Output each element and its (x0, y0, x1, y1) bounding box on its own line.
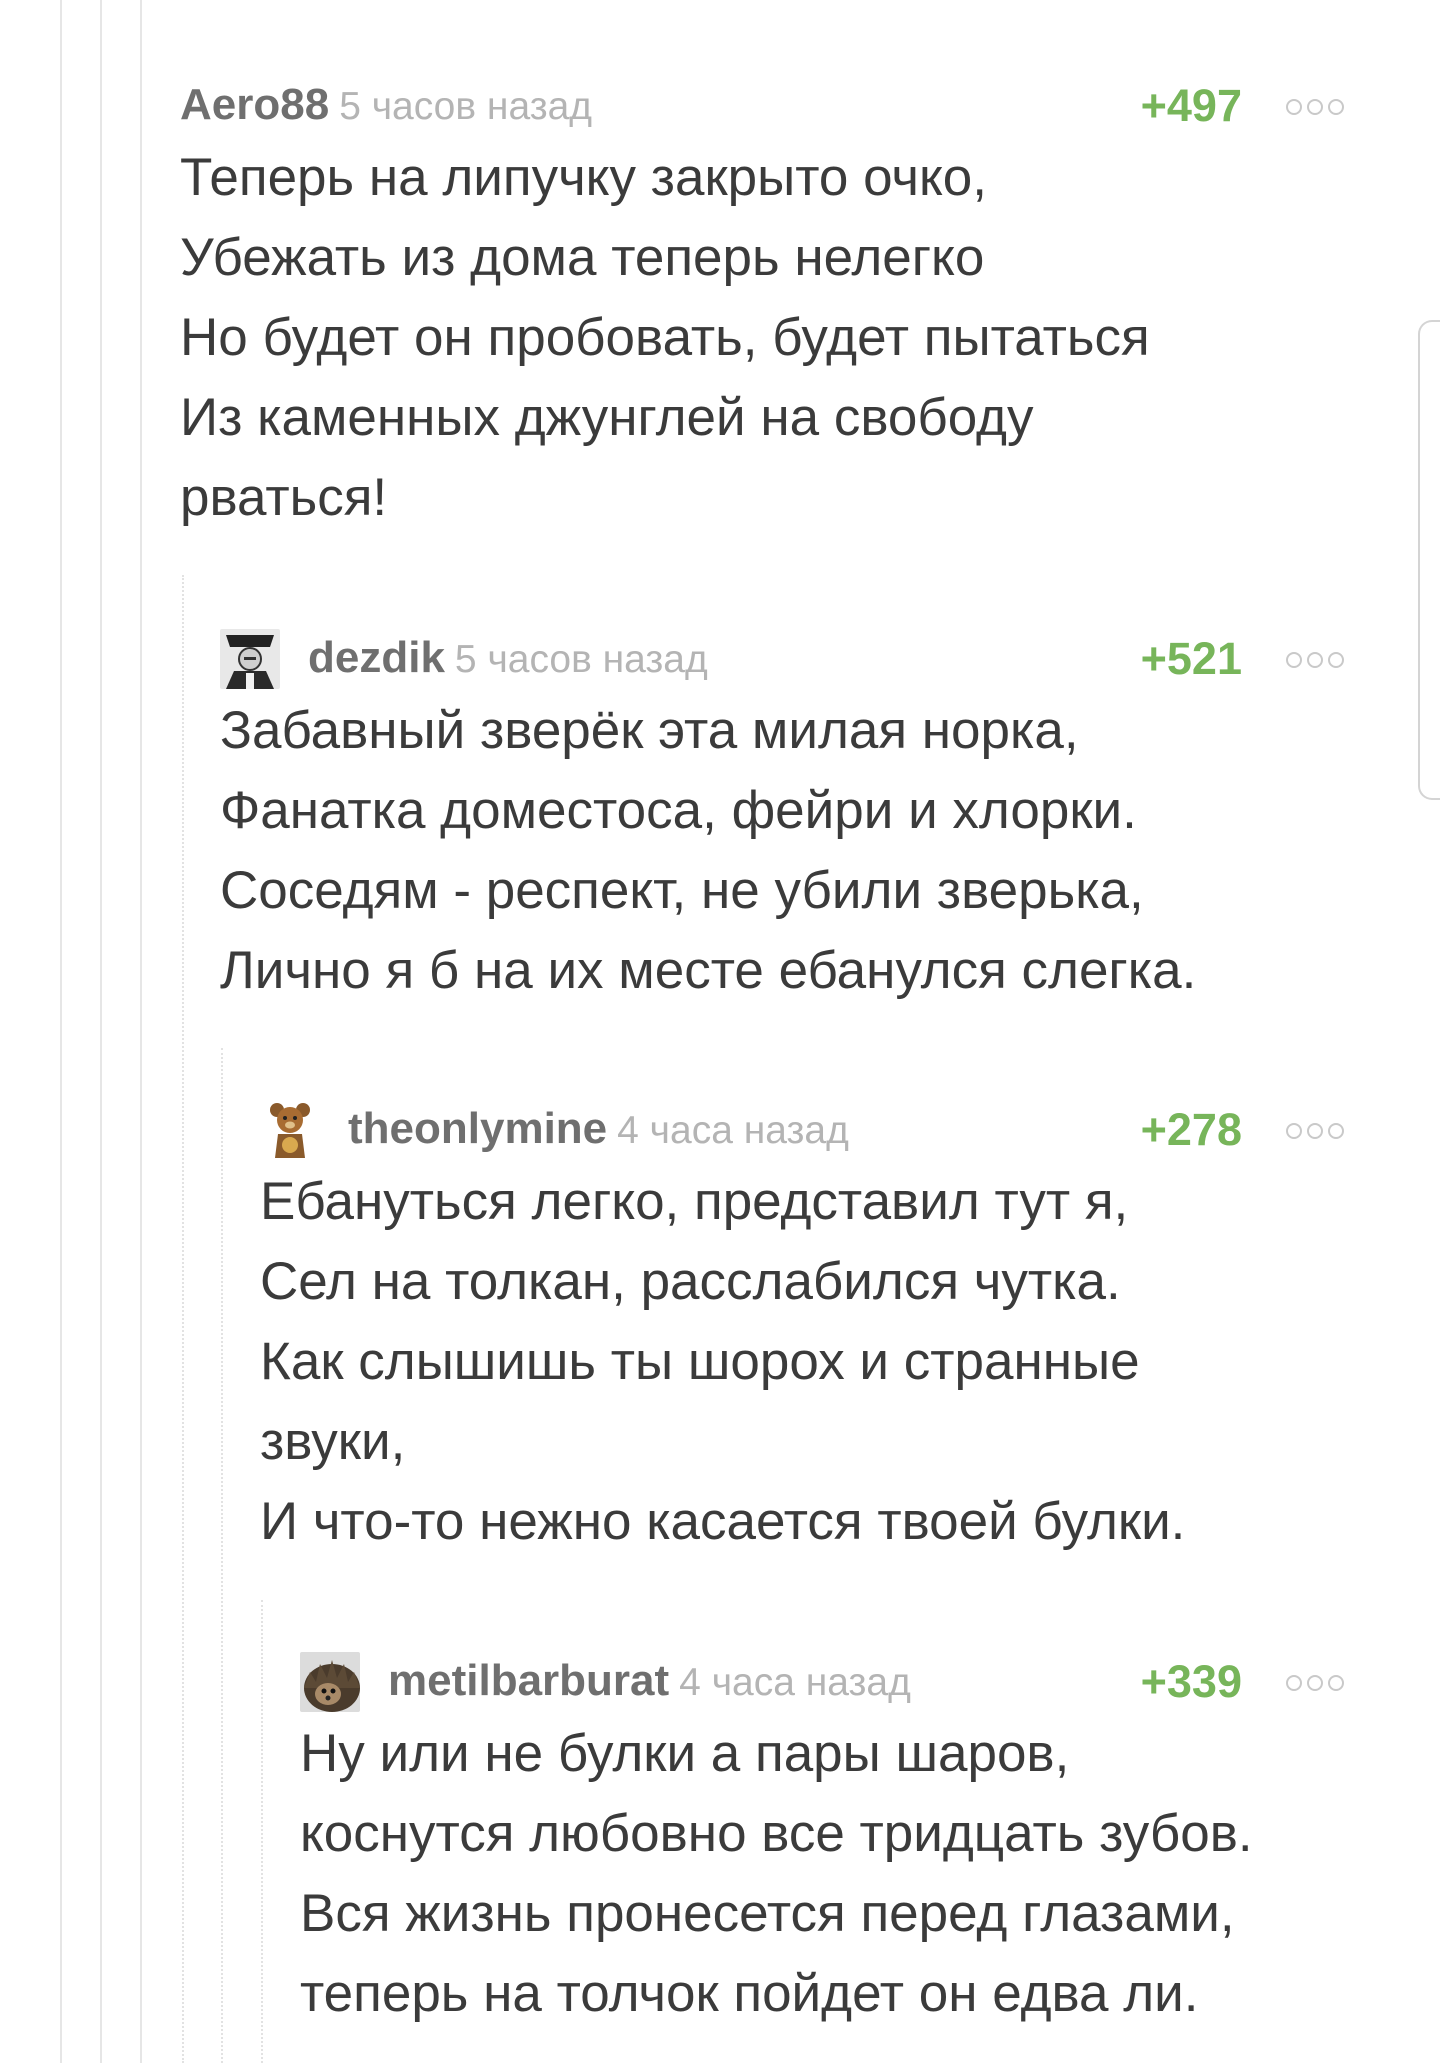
comment-line: Ебануться легко, представил тут я, (260, 1172, 1129, 1231)
thread-line-1 (60, 0, 62, 2063)
comment-meta: Aero88 5 часов назад (180, 80, 592, 130)
comment-rating: +497 (1140, 80, 1242, 131)
comment-line: рваться! (180, 468, 388, 527)
comment-time[interactable]: 4 часа назад (617, 1109, 849, 1152)
comment-line: Из каменных джунглей на свободу (180, 388, 1034, 447)
comment-time[interactable]: 4 часа назад (679, 1661, 911, 1704)
author-name[interactable]: theonlymine (348, 1104, 607, 1153)
more-options-icon[interactable] (1286, 652, 1344, 668)
comment-meta: dezdik 5 часов назад (308, 633, 708, 683)
comment-header: metilbarburat 4 часа назад +339 (300, 1640, 1344, 1712)
comment-line: коснутся любовно все тридцать зубов. (300, 1804, 1253, 1863)
more-options-icon[interactable] (1286, 1675, 1344, 1691)
comment-text: Забавный зверёк эта милая норка, Фанатка… (220, 691, 1344, 1011)
comment-text: Теперь на липучку закрыто очко, Убежать … (180, 138, 1344, 538)
user-avatar[interactable] (220, 629, 280, 689)
user-avatar[interactable] (300, 1652, 360, 1712)
comment-rating: +521 (1140, 633, 1242, 684)
photo-avatar-icon (220, 629, 280, 689)
author-name[interactable]: dezdik (308, 633, 445, 682)
comment-text: Ебануться легко, представил тут я, Сел н… (260, 1162, 1344, 1562)
comment-line: Соседям - респект, не убили зверька, (220, 861, 1144, 920)
comment-line: Забавный зверёк эта милая норка, (220, 701, 1079, 760)
comment-line: Но будет он пробовать, будет пытаться (180, 308, 1150, 367)
comment-line: И что-то нежно касается твоей булки. (260, 1492, 1186, 1551)
comment-line: звуки, (260, 1412, 406, 1471)
comment-header: dezdik 5 часов назад +521 (220, 617, 1344, 689)
thread-line-2 (100, 0, 102, 2063)
more-options-icon[interactable] (1286, 1123, 1344, 1139)
comment-line: Лично я б на их месте ебанулся слегка. (220, 941, 1197, 1000)
comment-line: Убежать из дома теперь нелегко (180, 228, 985, 287)
comment-text: Ну или не булки а пары шаров, коснутся л… (300, 1714, 1344, 2034)
scroll-handle[interactable] (1418, 320, 1440, 800)
comment-line: Сел на толкан, расслабился чутка. (260, 1252, 1121, 1311)
comment-meta: metilbarburat 4 часа назад (388, 1656, 911, 1706)
hedgehog-avatar-icon (300, 1652, 360, 1712)
author-name[interactable]: metilbarburat (388, 1656, 669, 1705)
more-options-icon[interactable] (1286, 99, 1344, 115)
comment: Aero88 5 часов назад +497 Теперь на липуч… (180, 64, 1344, 538)
author-name[interactable]: Aero88 (180, 80, 329, 129)
comment-time[interactable]: 5 часов назад (339, 85, 592, 128)
teddy-bear-icon (270, 1103, 310, 1158)
comment-line: Ну или не булки а пары шаров, (300, 1724, 1070, 1783)
comment: metilbarburat 4 часа назад +339 Ну или не… (300, 1640, 1344, 2034)
reply-guide-2 (221, 1048, 223, 2063)
comment-line: Теперь на липучку закрыто очко, (180, 148, 988, 207)
comment-line: теперь на толчок пойдет он едва ли. (300, 1964, 1199, 2023)
comment-line: Вся жизнь пронесется перед глазами, (300, 1884, 1235, 1943)
user-avatar[interactable] (268, 1100, 328, 1160)
comment-line: Фанатка доместоса, фейри и хлорки. (220, 781, 1137, 840)
comment-header: Aero88 5 часов назад +497 (180, 64, 1344, 131)
comment-meta: theonlymine 4 часа назад (348, 1104, 849, 1154)
comment-line: Как слышишь ты шорох и странные (260, 1332, 1140, 1391)
reply-guide-3 (261, 1600, 263, 2063)
thread-line-3 (140, 0, 142, 2063)
comment-rating: +278 (1140, 1104, 1242, 1155)
comment: theonlymine 4 часа назад +278 Ебануться л… (260, 1088, 1344, 1562)
reply-guide-1 (182, 575, 184, 2063)
comment: dezdik 5 часов назад +521 Забавный зверёк… (220, 617, 1344, 1011)
comment-rating: +339 (1140, 1656, 1242, 1707)
comment-header: theonlymine 4 часа назад +278 (260, 1088, 1344, 1158)
comment-time[interactable]: 5 часов назад (455, 638, 708, 681)
